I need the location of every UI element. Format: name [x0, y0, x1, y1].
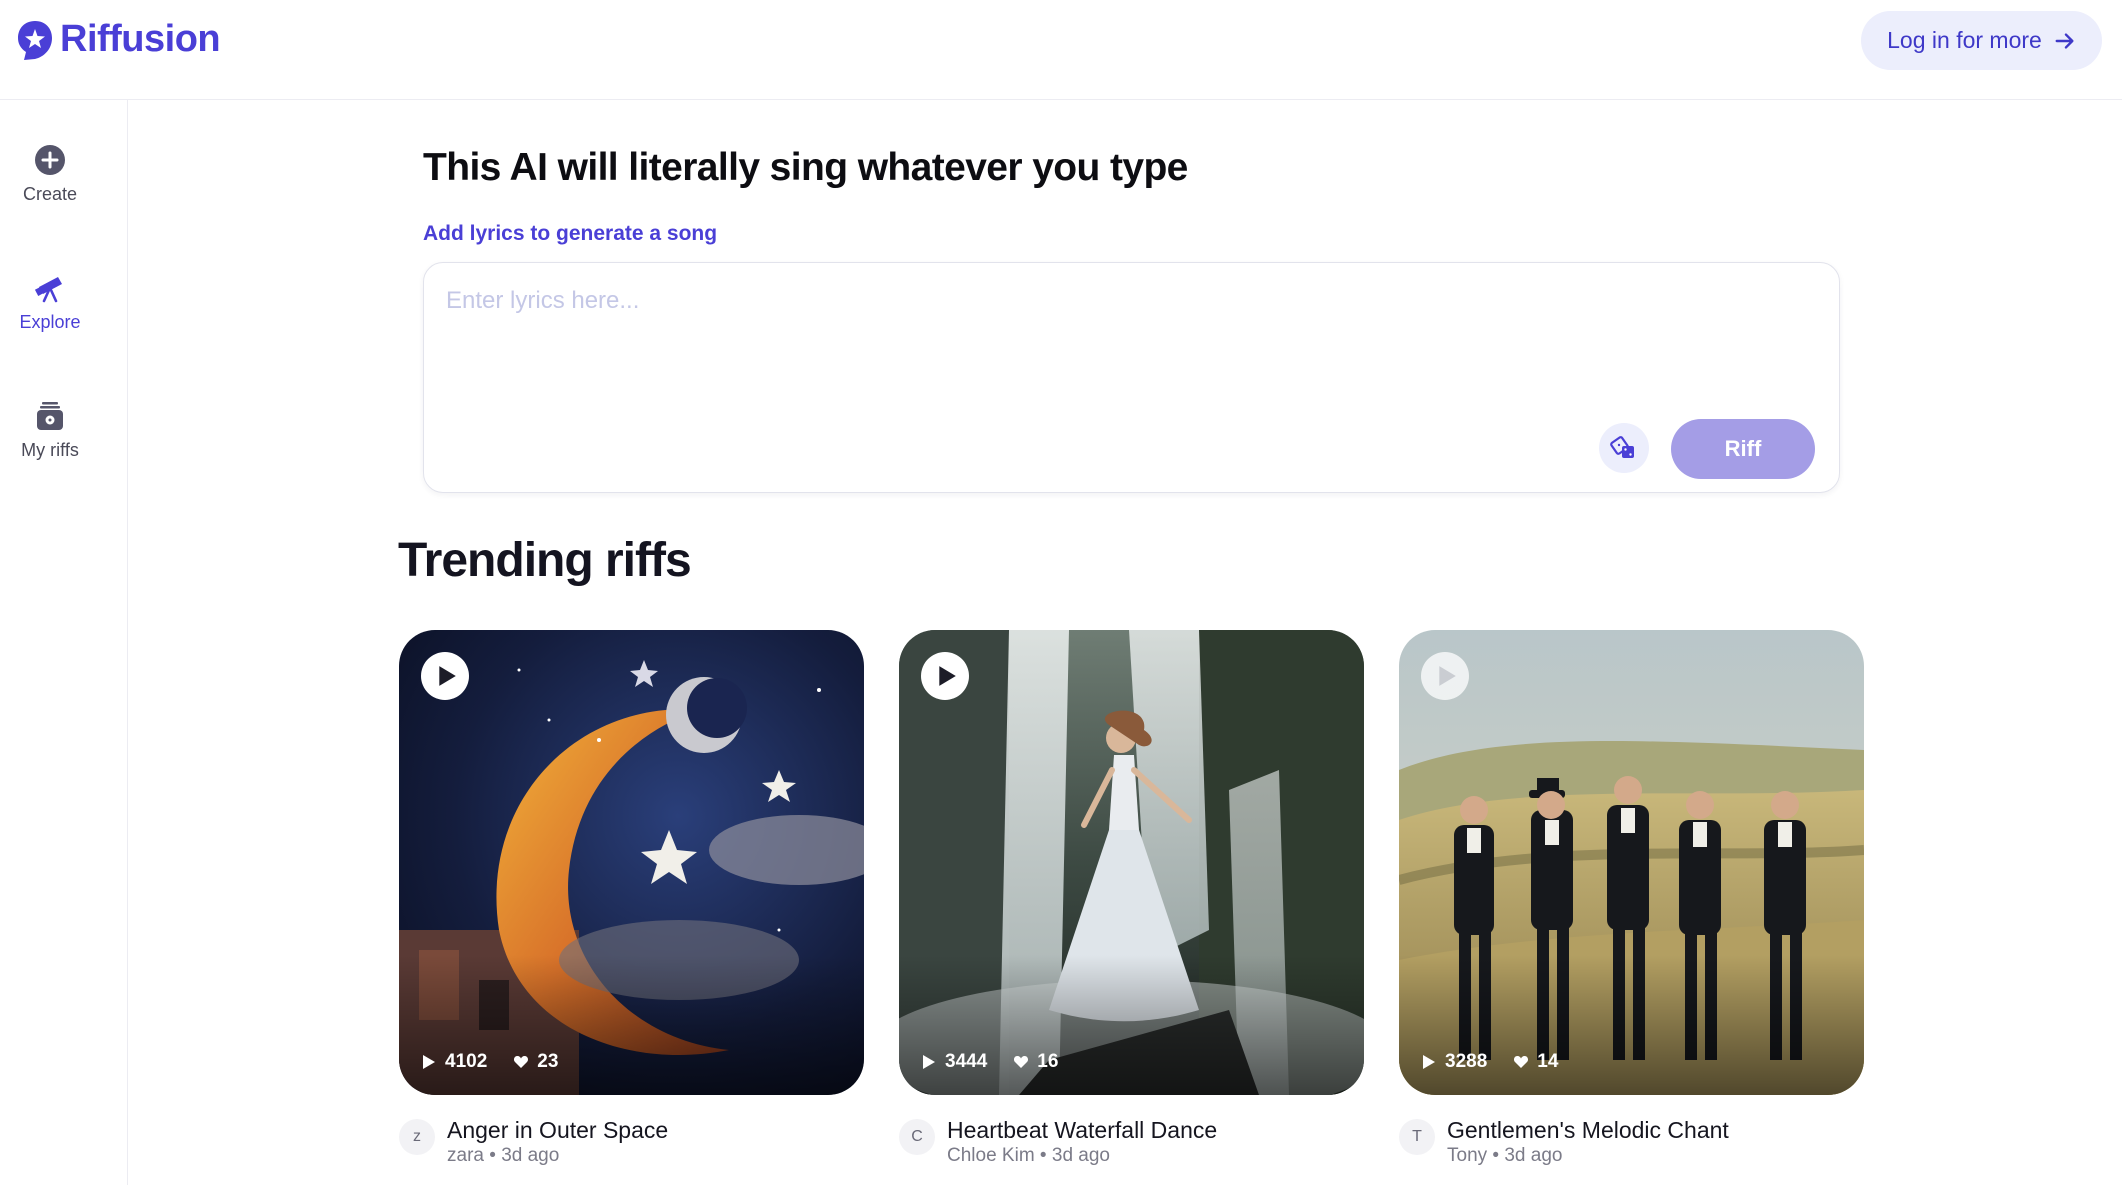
logo-text: Riffusion: [60, 18, 221, 60]
arrow-right-icon: [2055, 32, 2074, 49]
sidebar: Create Explore My riffs: [0, 100, 128, 1185]
riff-byline: Tony • 3d ago: [1447, 1145, 1563, 1166]
riff-title[interactable]: Gentlemen's Melodic Chant: [1447, 1117, 1729, 1144]
play-count-icon: [423, 1055, 435, 1069]
riff-stats: 3444 16: [921, 1051, 1058, 1073]
library-icon: [37, 402, 63, 430]
riff-title[interactable]: Heartbeat Waterfall Dance: [947, 1117, 1217, 1144]
riff-author[interactable]: zara: [447, 1145, 484, 1166]
riff-byline: Chloe Kim • 3d ago: [947, 1145, 1110, 1166]
avatar[interactable]: T: [1399, 1119, 1435, 1155]
riff-author[interactable]: Tony: [1447, 1145, 1487, 1166]
riff-stats: 3288 14: [1421, 1051, 1558, 1073]
login-label: Log in for more: [1887, 27, 2042, 53]
riff-author[interactable]: Chloe Kim: [947, 1145, 1035, 1166]
riff-cover-art[interactable]: 3444 16: [899, 630, 1364, 1095]
like-count: 16: [1037, 1051, 1059, 1072]
heart-icon: [1014, 1056, 1029, 1068]
heart-icon: [1514, 1056, 1529, 1068]
heart-icon: [514, 1056, 529, 1068]
sidebar-item-create[interactable]: Create: [0, 144, 100, 205]
play-button[interactable]: [1421, 652, 1469, 700]
riff-byline: zara • 3d ago: [447, 1145, 560, 1166]
riff-age: 3d ago: [1504, 1145, 1563, 1166]
play-count-icon: [1423, 1055, 1435, 1069]
lyrics-composer: Riff: [423, 262, 1840, 493]
play-button[interactable]: [421, 652, 469, 700]
top-header: Riffusion Log in for more: [0, 0, 2122, 100]
like-count: 23: [537, 1051, 559, 1072]
riff-meta: C Heartbeat Waterfall Dance Chloe Kim • …: [899, 1117, 1364, 1173]
play-icon: [1439, 666, 1456, 686]
sidebar-item-label: My riffs: [21, 440, 79, 460]
sidebar-item-label: Explore: [19, 312, 81, 332]
like-count: 14: [1537, 1051, 1559, 1072]
riff-age: 3d ago: [1051, 1145, 1110, 1166]
play-count: 3288: [1445, 1051, 1488, 1072]
riff-cover-art[interactable]: 4102 23: [399, 630, 864, 1095]
lyrics-label: Add lyrics to generate a song: [423, 222, 718, 245]
play-button[interactable]: [921, 652, 969, 700]
play-count: 4102: [445, 1051, 488, 1072]
riff-meta: T Gentlemen's Melodic Chant Tony • 3d ag…: [1399, 1117, 1864, 1173]
play-count: 3444: [945, 1051, 988, 1072]
riff-cover-art[interactable]: 3288 14: [1399, 630, 1864, 1095]
sidebar-item-label: Create: [22, 184, 78, 204]
riff-button[interactable]: Riff: [1671, 419, 1815, 479]
cover-shade: [399, 955, 864, 1095]
riff-card: 3444 16 C Heartbeat Waterfall Dance Chlo…: [899, 630, 1364, 1173]
avatar[interactable]: z: [399, 1119, 435, 1155]
play-icon: [439, 666, 456, 686]
login-button[interactable]: Log in for more: [1861, 11, 2102, 70]
riffusion-logo-icon: [18, 20, 52, 60]
play-count-icon: [923, 1055, 935, 1069]
riff-card: 3288 14 T Gentlemen's Melodic Chant Tony…: [1399, 630, 1864, 1173]
trending-section-title: Trending riffs: [398, 534, 692, 587]
riff-title[interactable]: Anger in Outer Space: [447, 1117, 668, 1144]
sidebar-item-my-riffs[interactable]: My riffs: [0, 400, 100, 461]
plus-circle-icon: [35, 145, 65, 175]
cover-shade: [899, 955, 1364, 1095]
random-lyrics-button[interactable]: [1599, 423, 1649, 473]
cover-shade: [1399, 955, 1864, 1095]
riff-meta: z Anger in Outer Space zara • 3d ago: [399, 1117, 864, 1173]
lyrics-input[interactable]: [446, 287, 1746, 407]
riff-card: 4102 23 z Anger in Outer Space zara • 3d…: [399, 630, 864, 1173]
riff-stats: 4102 23: [421, 1051, 558, 1073]
play-icon: [939, 666, 956, 686]
riffusion-logo[interactable]: Riffusion: [16, 18, 221, 61]
telescope-icon: [34, 277, 62, 303]
sidebar-item-explore[interactable]: Explore: [0, 272, 100, 333]
riff-age: 3d ago: [501, 1145, 560, 1166]
page-headline: This AI will literally sing whatever you…: [423, 146, 1188, 189]
dice-icon: [1610, 436, 1634, 458]
avatar[interactable]: C: [899, 1119, 935, 1155]
